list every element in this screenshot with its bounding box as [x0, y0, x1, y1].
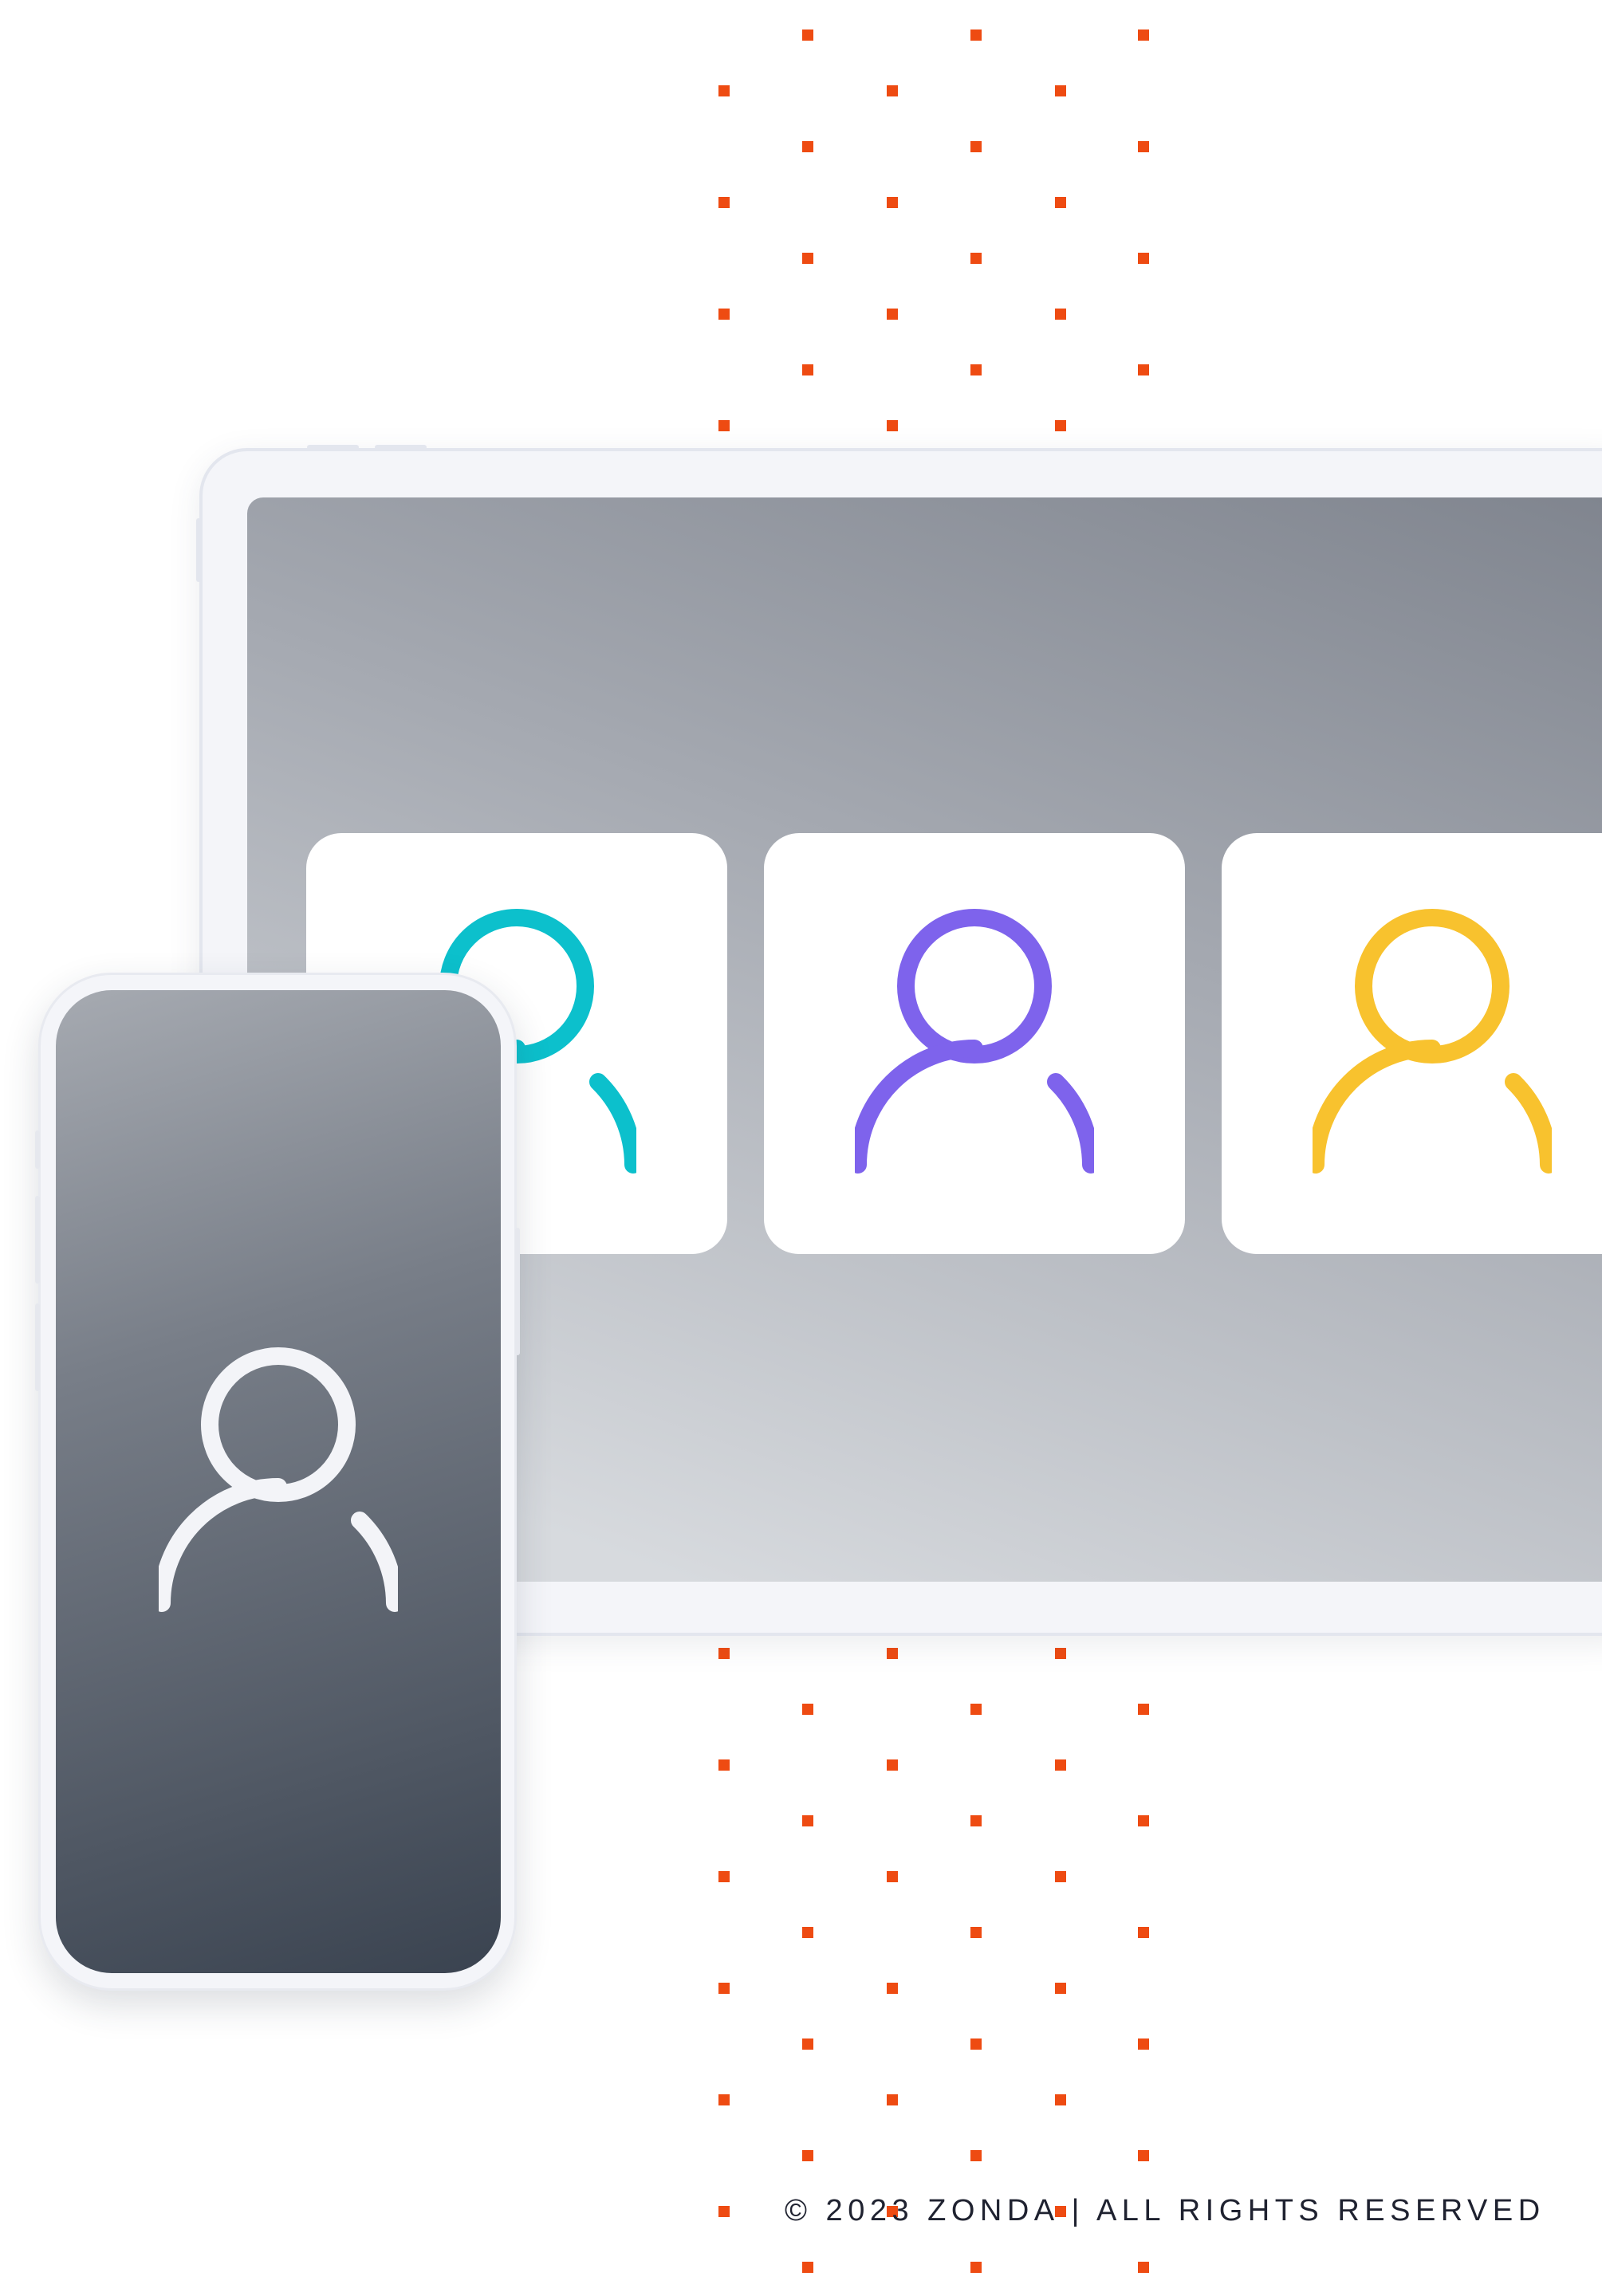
decorative-dot: [1055, 309, 1066, 320]
decorative-dot: [1138, 364, 1149, 375]
decorative-dot: [887, 197, 898, 208]
decorative-dot: [1138, 1815, 1149, 1826]
copyright-notice: © 2023 ZONDA | ALL RIGHTS RESERVED: [785, 2194, 1545, 2227]
decorative-dot: [802, 29, 813, 41]
decorative-dot: [970, 2150, 982, 2161]
decorative-dot: [1138, 29, 1149, 41]
user-icon: [159, 1347, 398, 1612]
decorative-dot: [1138, 2038, 1149, 2050]
decorative-dot: [970, 2038, 982, 2050]
decorative-dot: [1055, 1983, 1066, 1994]
decorative-dot: [718, 1983, 730, 1994]
decorative-dot: [970, 1815, 982, 1826]
decorative-dot: [718, 309, 730, 320]
decorative-dot: [1055, 1648, 1066, 1659]
decorative-dot: [718, 1759, 730, 1771]
page: © 2023 ZONDA | ALL RIGHTS RESERVED: [0, 0, 1602, 2296]
decorative-dot: [802, 2038, 813, 2050]
profile-card-yellow[interactable]: [1222, 833, 1602, 1254]
user-icon: [1313, 909, 1552, 1174]
decorative-dot: [887, 1759, 898, 1771]
phone-screen: [56, 990, 501, 1973]
decorative-dot: [887, 2094, 898, 2105]
decorative-dot: [802, 1927, 813, 1938]
decorative-dot: [1138, 1704, 1149, 1715]
decorative-dot: [718, 2094, 730, 2105]
decorative-dot: [887, 1648, 898, 1659]
decorative-dot: [1055, 1759, 1066, 1771]
decorative-dot: [802, 141, 813, 152]
decorative-dot: [887, 420, 898, 431]
decorative-dot: [887, 85, 898, 96]
phone-left-button-2: [35, 1196, 40, 1284]
decorative-dot: [718, 85, 730, 96]
decorative-dot: [802, 1704, 813, 1715]
decorative-dot: [1055, 1871, 1066, 1882]
decorative-dot: [802, 2150, 813, 2161]
decorative-dot: [718, 1648, 730, 1659]
decorative-dot: [718, 1871, 730, 1882]
decorative-dot: [1055, 420, 1066, 431]
decorative-dot: [1055, 2094, 1066, 2105]
decorative-dot: [970, 1704, 982, 1715]
decorative-dot: [970, 364, 982, 375]
user-icon: [855, 909, 1094, 1174]
decorative-dot: [970, 29, 982, 41]
decorative-dot: [970, 253, 982, 264]
tablet-top-button-2: [375, 445, 427, 450]
decorative-dot: [887, 1983, 898, 1994]
decorative-dot: [802, 2262, 813, 2273]
decorative-dot: [718, 2206, 730, 2217]
tablet-top-button: [307, 445, 359, 450]
decorative-dot: [802, 1815, 813, 1826]
decorative-dot: [1138, 2150, 1149, 2161]
decorative-dot: [718, 197, 730, 208]
tablet-side-button: [196, 518, 201, 582]
decorative-dot: [970, 1927, 982, 1938]
phone-left-button-3: [35, 1303, 40, 1391]
decorative-dot: [1138, 2262, 1149, 2273]
decorative-dot: [887, 309, 898, 320]
decorative-dot: [1138, 1927, 1149, 1938]
decorative-dot: [718, 420, 730, 431]
phone-right-button: [515, 1228, 520, 1355]
profile-card-purple[interactable]: [764, 833, 1185, 1254]
decorative-dot: [802, 253, 813, 264]
decorative-dot: [887, 1871, 898, 1882]
decorative-dot: [1055, 197, 1066, 208]
decorative-dot: [970, 2262, 982, 2273]
decorative-dot: [1138, 253, 1149, 264]
decorative-dot: [802, 364, 813, 375]
decorative-dot: [970, 141, 982, 152]
phone-left-button: [35, 1130, 40, 1169]
decorative-dot: [1055, 85, 1066, 96]
decorative-dot: [1138, 141, 1149, 152]
